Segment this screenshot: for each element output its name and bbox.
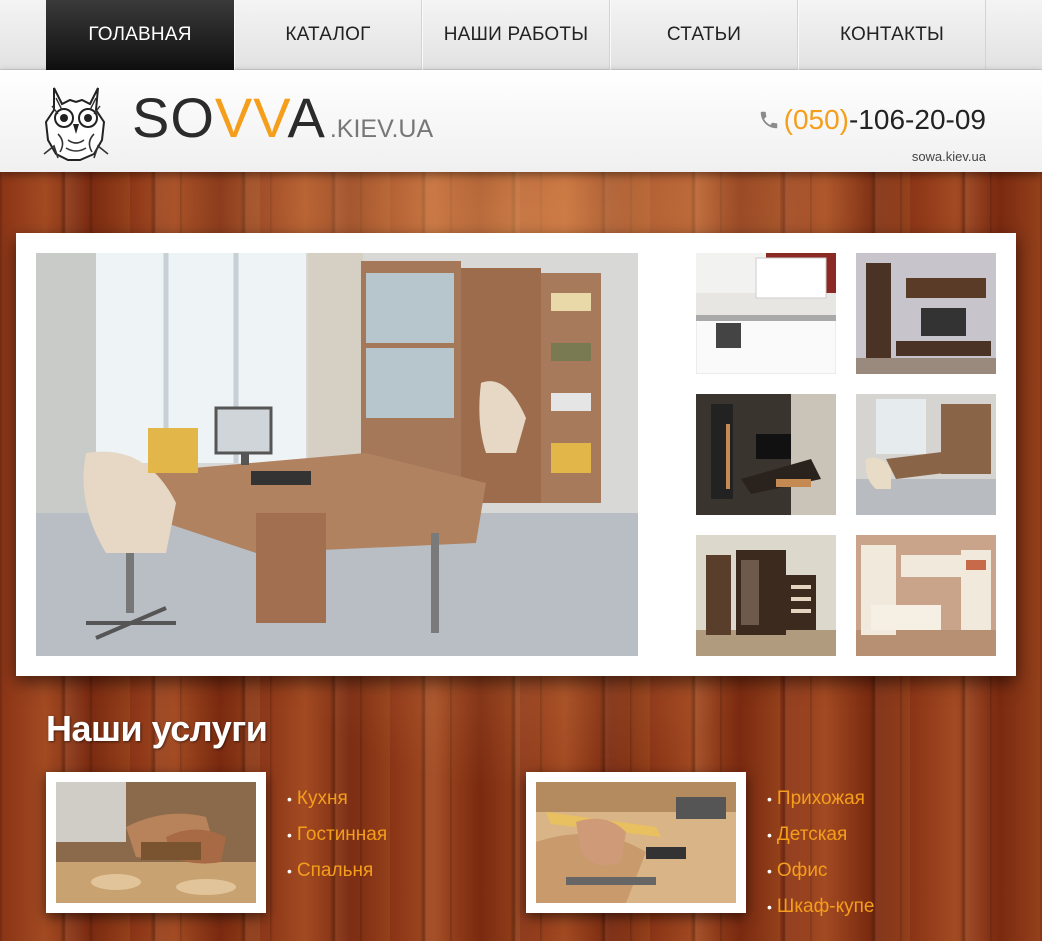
main-photo-office[interactable] xyxy=(36,253,638,656)
service-link-kitchen[interactable]: • Кухня xyxy=(287,781,387,817)
thumb-kitchen[interactable] xyxy=(696,253,836,374)
service-link-living-room[interactable]: • Гостинная xyxy=(287,817,387,853)
service-link-kids-room[interactable]: • Детская xyxy=(767,817,874,853)
brand-name: SOVVA xyxy=(132,86,326,149)
phone-contact[interactable]: (050) -106-20-09 xyxy=(758,104,986,136)
phone-code: (050) xyxy=(783,104,850,135)
photo-gallery xyxy=(16,233,1016,676)
service-photo-woodwork[interactable] xyxy=(526,772,746,913)
nav-item-home[interactable]: ГОЛАВНАЯ xyxy=(46,0,234,70)
service-link-wardrobe[interactable]: • Шкаф-купе xyxy=(767,889,874,925)
nav-item-catalog[interactable]: КАТАЛОГ xyxy=(234,0,422,70)
thumb-kids-room[interactable] xyxy=(856,535,996,656)
nav-menu: ГОЛАВНАЯ КАТАЛОГ НАШИ РАБОТЫ СТАТЬИ КОНТ… xyxy=(46,0,986,70)
brand-logo[interactable]: SOVVA .KIEV.UA xyxy=(132,90,433,146)
service-link-bedroom[interactable]: • Спальня xyxy=(287,853,387,889)
top-navigation: ГОЛАВНАЯ КАТАЛОГ НАШИ РАБОТЫ СТАТЬИ КОНТ… xyxy=(0,0,1042,70)
nav-item-articles[interactable]: СТАТЬИ xyxy=(610,0,798,70)
phone-icon xyxy=(760,111,777,129)
owl-logo-icon[interactable] xyxy=(40,84,112,162)
nav-item-contacts[interactable]: КОНТАКТЫ xyxy=(798,0,986,70)
phone-number: -106-20-09 xyxy=(849,104,986,135)
thumb-living-room[interactable] xyxy=(856,253,996,374)
site-url-note: sowa.kiev.ua xyxy=(911,149,986,164)
services-title: Наши услуги xyxy=(46,708,268,749)
thumb-office[interactable] xyxy=(856,394,996,515)
thumb-hallway[interactable] xyxy=(696,535,836,656)
service-link-hallway[interactable]: • Прихожая xyxy=(767,781,874,817)
thumb-tv-wall[interactable] xyxy=(696,394,836,515)
brand-domain: .KIEV.UA xyxy=(329,115,434,143)
service-link-office[interactable]: • Офис xyxy=(767,853,874,889)
services-list-left: • Кухня • Гостинная • Спальня xyxy=(287,781,387,889)
site-header: SOVVA .KIEV.UA (050) -106-20-09 sowa.kiev… xyxy=(0,70,1042,172)
nav-item-our-works[interactable]: НАШИ РАБОТЫ xyxy=(422,0,610,70)
service-photo-carpentry[interactable] xyxy=(46,772,266,913)
services-list-right: • Прихожая • Детская • Офис • Шкаф-купе xyxy=(767,781,874,925)
